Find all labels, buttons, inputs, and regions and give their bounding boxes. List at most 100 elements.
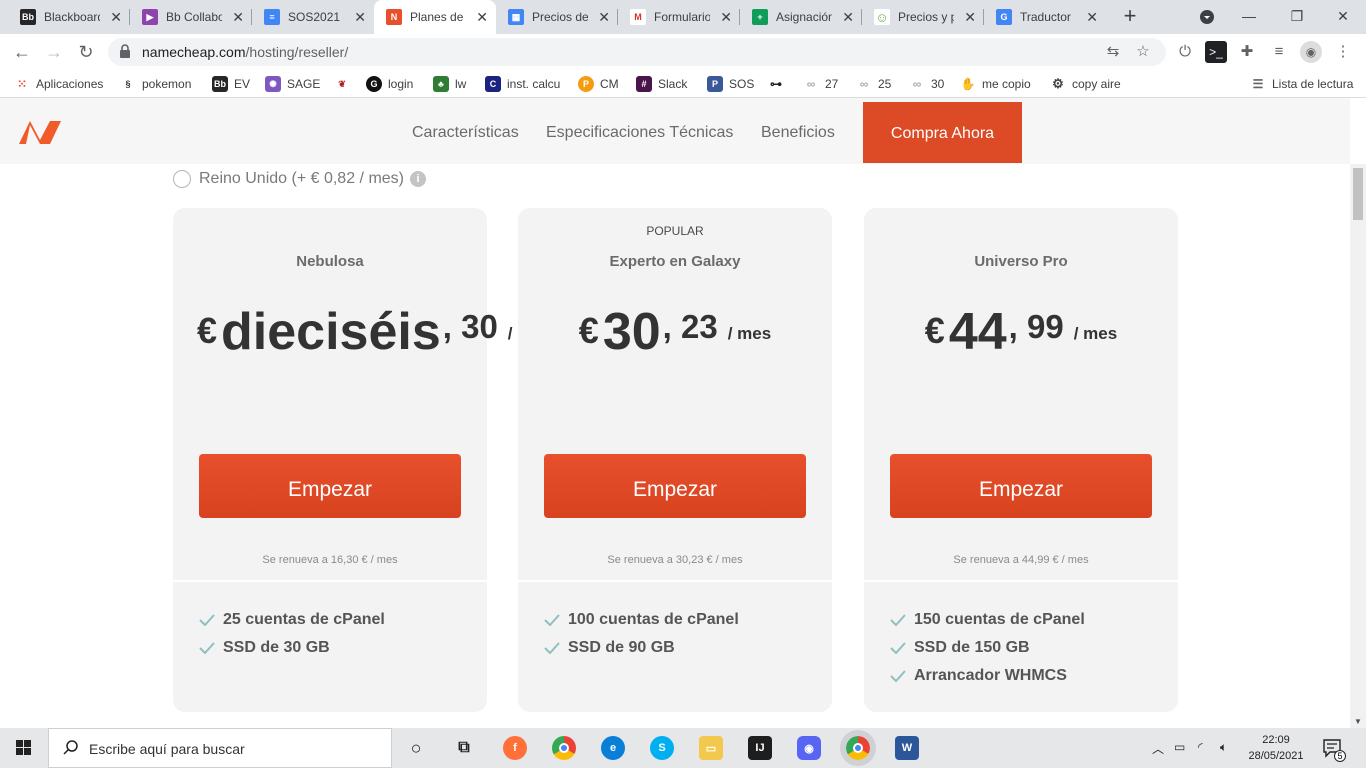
namecheap-logo[interactable]: [16, 118, 64, 146]
radio-circle[interactable]: [173, 170, 191, 188]
close-icon[interactable]: ✕: [1086, 9, 1098, 26]
tab-blackboard[interactable]: Bb Blackboard ✕: [8, 0, 130, 34]
nav-beneficios[interactable]: Beneficios: [761, 124, 835, 142]
bookmark-ev[interactable]: Bb EV: [212, 76, 250, 92]
volume-icon[interactable]: 🔈︎: [1220, 740, 1227, 755]
forward-button[interactable]: →: [42, 40, 66, 64]
bookmark-label: CM: [600, 77, 619, 91]
start-button[interactable]: Empezar: [890, 454, 1152, 518]
page-scrollbar[interactable]: ▼: [1350, 164, 1366, 728]
reading-list-button[interactable]: ☰ Lista de lectura: [1250, 76, 1353, 92]
bookmark-30[interactable]: ∞ 30: [909, 76, 944, 92]
nav-especificaciones[interactable]: Especificaciones Técnicas: [546, 124, 733, 142]
close-icon[interactable]: ✕: [354, 9, 366, 26]
feature-text: Arrancador WHMCS: [914, 667, 1067, 684]
bookmark-pokemon[interactable]: § pokemon: [120, 76, 191, 92]
feature-item: SSD de 150 GB: [890, 634, 1085, 662]
bookmark-sage[interactable]: ✺ SAGE: [265, 76, 320, 92]
close-icon[interactable]: ✕: [720, 9, 732, 26]
tab-collaborate[interactable]: ▶ Bb Collabo ✕: [130, 0, 252, 34]
bookmark-login[interactable]: Glogin: [366, 76, 413, 92]
taskbar-clock[interactable]: 22:09 28/05/2021: [1244, 732, 1308, 764]
tab-precios-del[interactable]: ▦ Precios del ✕: [496, 0, 618, 34]
tab-sos2021[interactable]: ≡ SOS2021 - ✕: [252, 0, 374, 34]
scroll-down-arrow-icon[interactable]: ▼: [1354, 717, 1362, 726]
chrome-profile-icon[interactable]: [840, 730, 876, 766]
task-view-icon[interactable]: ⧉: [452, 736, 476, 760]
bookmark-me-copio[interactable]: ✋ me copio: [960, 76, 1031, 92]
avatar[interactable]: ◉: [1300, 41, 1322, 63]
tab-search-button[interactable]: [1184, 0, 1230, 34]
plan-name: Experto en Galaxy: [609, 253, 741, 270]
tab-precios-y[interactable]: ☺ Precios y p ✕: [862, 0, 984, 34]
discord-icon[interactable]: ◉: [797, 736, 821, 760]
region-radio-uk[interactable]: Reino Unido (+ € 0,82 / mes) i: [173, 170, 426, 188]
tab-planes-active[interactable]: N Planes de ✕: [374, 0, 496, 34]
bookmark-dumbbell[interactable]: ⊶: [768, 76, 790, 92]
bookmark-sos[interactable]: P SOS: [707, 76, 754, 92]
wifi-icon[interactable]: ◜: [1198, 740, 1203, 754]
firefox-icon[interactable]: f: [503, 736, 527, 760]
price-integer: 44: [948, 303, 1007, 361]
taskbar-search-box[interactable]: Escribe aquí para buscar: [48, 728, 392, 768]
new-tab-button[interactable]: +: [1118, 4, 1142, 28]
tab-asignacion[interactable]: + Asignación ✕: [740, 0, 862, 34]
card-divider: [518, 580, 832, 582]
translate-page-icon[interactable]: ⇆: [1102, 41, 1124, 63]
start-button[interactable]: Empezar: [199, 454, 461, 518]
extensions-puzzle-icon[interactable]: ✚: [1236, 41, 1258, 63]
bookmark-27[interactable]: ∞ 27: [803, 76, 838, 92]
tab-formulario[interactable]: M Formulario ✕: [618, 0, 740, 34]
edge-icon[interactable]: e: [601, 736, 625, 760]
info-icon[interactable]: i: [410, 171, 426, 187]
bookmark-rose[interactable]: ❦: [334, 76, 356, 92]
bookmark-slack[interactable]: # Slack: [636, 76, 687, 92]
tab-label: SOS2021 -: [288, 10, 344, 24]
bookmark-copy-aire[interactable]: ⚙ copy aire: [1050, 76, 1121, 92]
feature-item: SSD de 30 GB: [199, 634, 385, 662]
address-bar[interactable]: namecheap.com/hosting/reseller/ ⇆ ☆: [108, 38, 1166, 66]
close-window-button[interactable]: ✕: [1320, 0, 1366, 34]
buy-now-button[interactable]: Compra Ahora: [863, 102, 1022, 163]
terminal-extension-icon[interactable]: >_: [1205, 41, 1227, 63]
skype-icon[interactable]: S: [650, 736, 674, 760]
price-currency: €: [924, 310, 945, 351]
restore-button[interactable]: ❐: [1274, 0, 1320, 34]
reload-button[interactable]: ↻: [74, 40, 98, 64]
word-icon[interactable]: W: [895, 736, 919, 760]
blackboard-icon: Bb: [20, 9, 36, 25]
bookmark-label: lw: [455, 77, 467, 91]
tab-traductor[interactable]: G Traductor ✕: [984, 0, 1106, 34]
power-extension-icon[interactable]: ⏻: [1174, 41, 1196, 63]
minimize-button[interactable]: —: [1226, 0, 1272, 34]
bookmark-star-icon[interactable]: ☆: [1132, 41, 1154, 63]
battery-icon[interactable]: ▭: [1174, 740, 1185, 754]
bookmark-inst-calcu[interactable]: Cinst. calcu: [485, 76, 560, 92]
chrome-icon[interactable]: [552, 736, 576, 760]
bookmark-25[interactable]: ∞ 25: [856, 76, 891, 92]
menu-kebab-icon[interactable]: ⋮: [1332, 41, 1354, 63]
close-icon[interactable]: ✕: [476, 9, 488, 26]
docs-icon: ≡: [264, 9, 280, 25]
price-integer: dieciséis: [221, 303, 441, 361]
bookmark-aplicaciones[interactable]: ⁙ Aplicaciones: [14, 76, 103, 92]
close-icon[interactable]: ✕: [110, 9, 122, 26]
close-icon[interactable]: ✕: [598, 9, 610, 26]
windows-start-icon[interactable]: [0, 728, 48, 768]
windows-taskbar: Escribe aquí para buscar ○ ⧉ f e S ▭ IJ …: [0, 728, 1366, 768]
media-queue-icon[interactable]: ≡: [1268, 41, 1290, 63]
file-explorer-icon[interactable]: ▭: [699, 736, 723, 760]
close-icon[interactable]: ✕: [232, 9, 244, 26]
cortana-icon[interactable]: ○: [404, 736, 428, 760]
scrollbar-thumb[interactable]: [1353, 168, 1363, 220]
price-currency: €: [197, 310, 218, 351]
bookmark-lw[interactable]: ♣ lw: [433, 76, 466, 92]
close-icon[interactable]: ✕: [964, 9, 976, 26]
back-button[interactable]: ←: [10, 40, 34, 64]
start-button[interactable]: Empezar: [544, 454, 806, 518]
close-icon[interactable]: ✕: [842, 9, 854, 26]
intellij-icon[interactable]: IJ: [748, 736, 772, 760]
bookmark-cm[interactable]: P CM: [578, 76, 619, 92]
show-hidden-icons-chevron-icon[interactable]: ︿: [1152, 740, 1164, 757]
nav-caracteristicas[interactable]: Características: [412, 124, 519, 142]
